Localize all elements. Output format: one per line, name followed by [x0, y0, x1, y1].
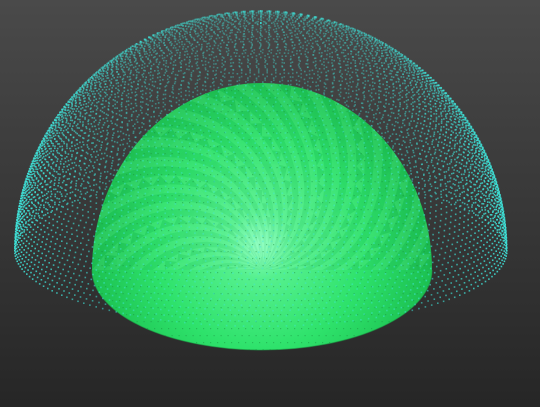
3d-viewport[interactable]: [0, 0, 540, 407]
scene-render[interactable]: [0, 0, 540, 407]
